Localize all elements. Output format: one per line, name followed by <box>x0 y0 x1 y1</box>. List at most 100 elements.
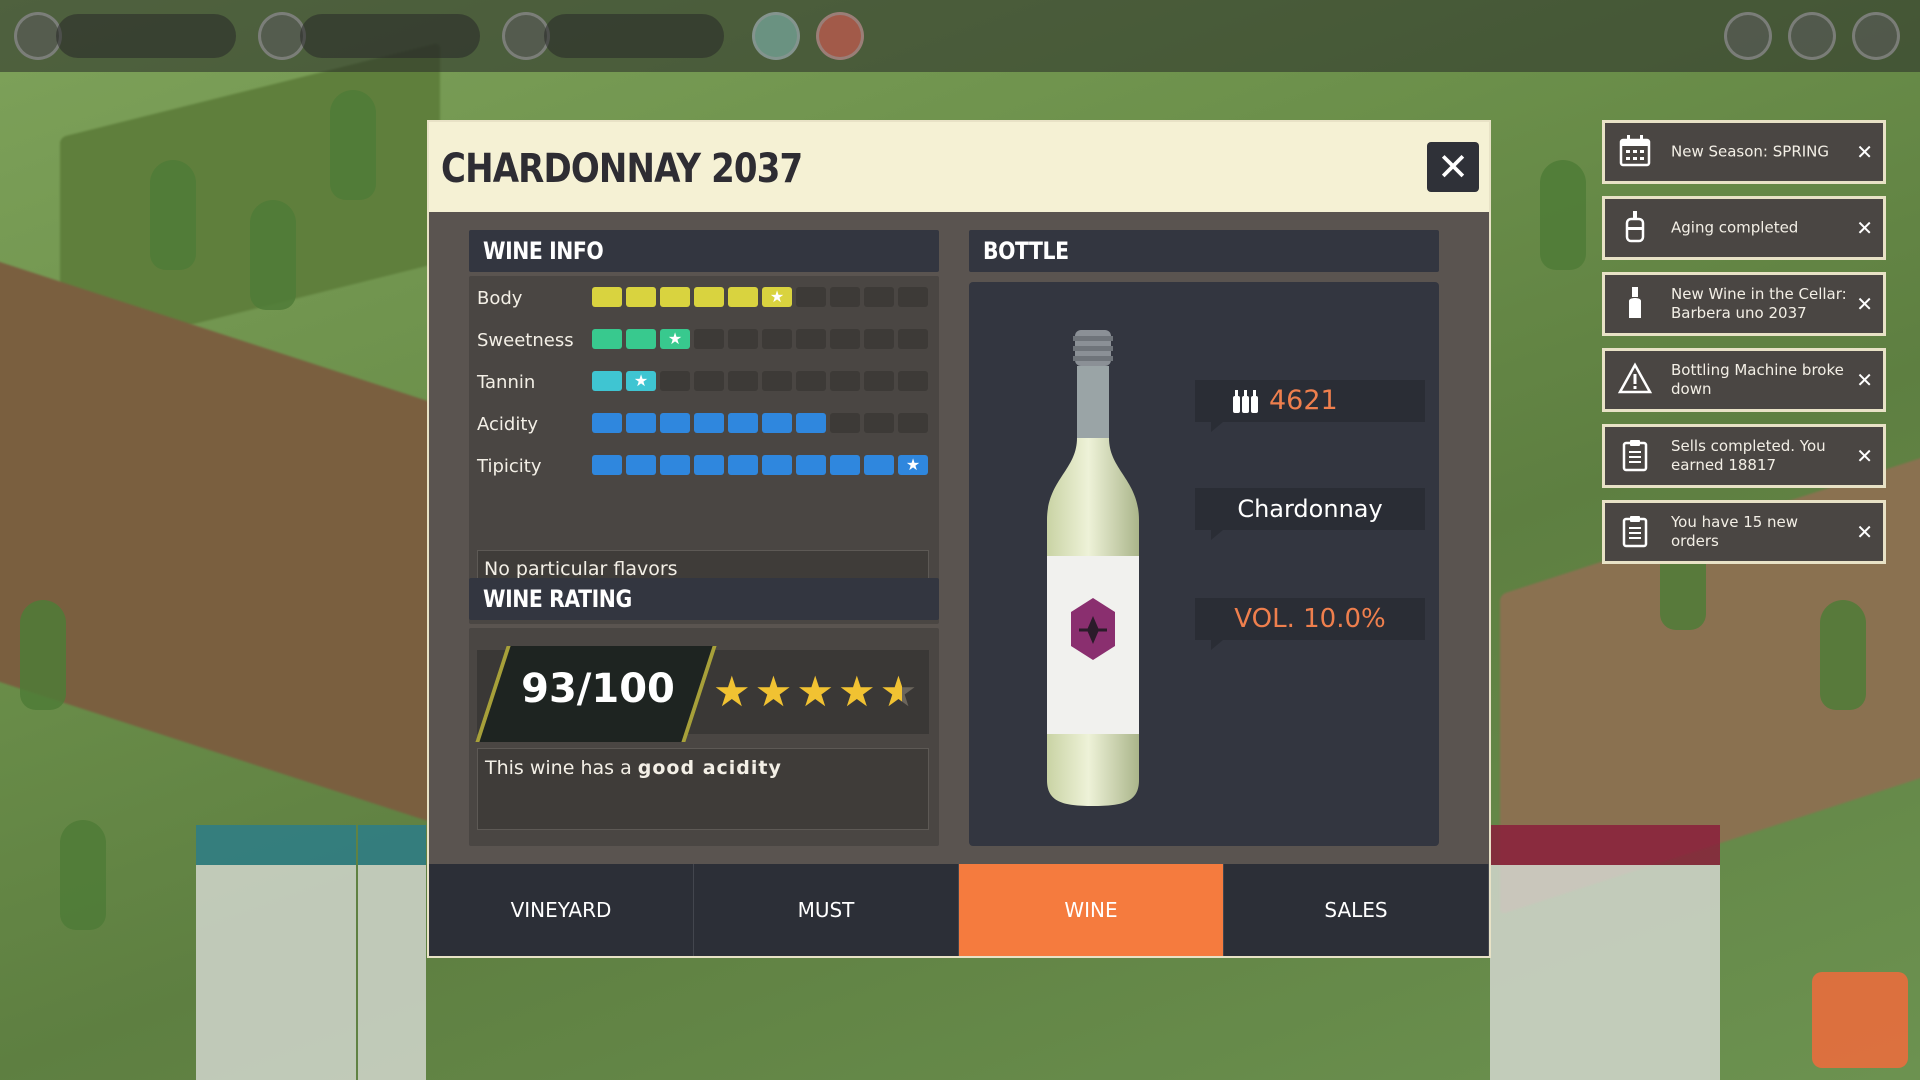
tab-must[interactable]: MUST <box>694 864 959 956</box>
star-icon: ★ <box>837 667 876 716</box>
bar-segment-filled <box>626 455 656 475</box>
attribute-bar: ★ <box>592 329 928 349</box>
attribute-row-sweetness: Sweetness ★ <box>477 326 929 356</box>
attribute-label: Sweetness <box>477 330 574 351</box>
notification-text: Bottling Machine broke down <box>1671 361 1844 398</box>
tree <box>1820 600 1866 710</box>
hud-level-icon <box>258 12 306 60</box>
bar-segment-empty <box>728 371 758 391</box>
rating-description-highlight: good acidity <box>637 757 782 779</box>
close-icon[interactable]: ✕ <box>1856 292 1873 316</box>
tab-sales[interactable]: SALES <box>1224 864 1489 956</box>
modal-tab-bar: VINEYARD MUST WINE SALES <box>429 864 1489 956</box>
notification-body: Sells completed. You earned 18817 ✕ <box>1605 427 1883 485</box>
bar-segment-filled <box>626 413 656 433</box>
bar-segment-filled <box>728 413 758 433</box>
bar-segment-empty <box>898 287 928 307</box>
wine-info-header-label: WINE INFO <box>483 237 604 265</box>
notification-item[interactable]: Bottling Machine broke down ✕ <box>1602 348 1886 412</box>
star-icon: ★ <box>796 667 834 716</box>
tree <box>150 160 196 270</box>
attribute-row-tipicity: Tipicity ★ <box>477 452 929 482</box>
bar-segment-filled <box>592 371 622 391</box>
bar-segment-filled <box>762 413 792 433</box>
bar-segment-empty <box>864 329 894 349</box>
bar-segment-filled <box>762 455 792 475</box>
notification-item[interactable]: New Wine in the Cellar: Barbera uno 2037… <box>1602 272 1886 336</box>
bar-segment-empty <box>796 371 826 391</box>
tab-vineyard[interactable]: VINEYARD <box>429 864 694 956</box>
notification-item[interactable]: Sells completed. You earned 18817 ✕ <box>1602 424 1886 488</box>
notification-body: Aging completed ✕ <box>1605 199 1883 257</box>
close-icon[interactable]: ✕ <box>1856 368 1873 392</box>
tree <box>250 200 296 310</box>
wine-rating-header-label: WINE RATING <box>483 585 632 613</box>
bar-segment-filled <box>694 287 724 307</box>
hud-season-pill <box>56 14 236 58</box>
rating-stars: ★ ★ ★ ★ ★ <box>713 668 917 716</box>
wine-bottle-icon <box>1617 285 1653 321</box>
star-icon: ★ <box>754 667 793 716</box>
bottle-quantity: 4621 <box>1269 385 1338 416</box>
bar-segment-empty <box>796 329 826 349</box>
bar-segment-filled <box>864 455 894 475</box>
bar-segment-filled <box>660 413 690 433</box>
notification-text: New Wine in the Cellar: Barbera uno 2037 <box>1671 285 1847 322</box>
wine-info-panel: Body ★ Sweetness ★ Tannin ★ Acidity Tipicity ★ N… <box>469 276 939 624</box>
notification-item[interactable]: Aging completed ✕ <box>1602 196 1886 260</box>
notification-text: Sells completed. You earned 18817 <box>1671 437 1826 474</box>
bar-segment-filled <box>660 287 690 307</box>
warning-icon <box>1617 361 1653 397</box>
modal-title: CHARDONNAY 2037 <box>441 146 803 192</box>
attribute-label: Tipicity <box>477 456 542 477</box>
hud-stats-icon <box>1788 12 1836 60</box>
star-icon: ★ <box>660 329 690 349</box>
hud-options-icon <box>1852 12 1900 60</box>
bottles-icon <box>1233 390 1258 413</box>
bar-segment-filled <box>796 413 826 433</box>
rating-box: 93/100 ★ ★ ★ ★ ★ <box>475 646 929 742</box>
bottle-volume: VOL. 10.0% <box>1195 598 1425 650</box>
task-card <box>1490 825 1720 1080</box>
notification-body: You have 15 new orders ✕ <box>1605 503 1883 561</box>
star-icon: ★ <box>626 371 656 391</box>
close-icon[interactable]: ✕ <box>1856 444 1873 468</box>
bottle-header-label: BOTTLE <box>983 237 1069 265</box>
bar-segment-empty <box>830 329 860 349</box>
tab-wine[interactable]: WINE <box>959 864 1224 956</box>
bottle-panel: 4621 Chardonnay VOL. 10.0% <box>969 282 1439 846</box>
notification-item[interactable]: You have 15 new orders ✕ <box>1602 500 1886 564</box>
notification-item[interactable]: New Season: SPRING ✕ <box>1602 120 1886 184</box>
hud-money-pill <box>544 14 724 58</box>
rating-description: This wine has a good acidity <box>477 748 929 830</box>
wine-info-header: WINE INFO <box>469 230 939 272</box>
bar-segment-empty <box>898 329 928 349</box>
close-button[interactable]: ✕ <box>1427 142 1479 192</box>
close-icon[interactable]: ✕ <box>1856 520 1873 544</box>
star-icon: ★ <box>762 287 792 307</box>
bar-segment-empty <box>830 413 860 433</box>
attribute-bar: ★ <box>592 455 928 475</box>
tree <box>60 820 106 930</box>
attribute-bar <box>592 413 928 433</box>
bar-segment-empty <box>830 287 860 307</box>
attribute-label: Body <box>477 288 523 309</box>
tree <box>1540 160 1586 270</box>
barrel-tap-icon <box>1617 209 1653 245</box>
notification-body: Bottling Machine broke down ✕ <box>1605 351 1883 409</box>
bar-segment-empty <box>898 371 928 391</box>
bar-segment-filled <box>694 413 724 433</box>
bar-segment-empty <box>728 329 758 349</box>
close-icon[interactable]: ✕ <box>1856 140 1873 164</box>
task-card <box>196 825 356 1080</box>
bottle-quantity-tag: 4621 <box>1195 380 1425 432</box>
bar-segment-filled <box>830 455 860 475</box>
hud-money-icon <box>502 12 550 60</box>
calendar-icon <box>1617 133 1653 169</box>
close-icon[interactable]: ✕ <box>1856 216 1873 240</box>
bar-segment-empty <box>796 287 826 307</box>
attribute-bar: ★ <box>592 287 928 307</box>
attribute-bar: ★ <box>592 371 928 391</box>
bar-segment-empty <box>864 287 894 307</box>
wine-detail-modal: CHARDONNAY 2037 ✕ WINE INFO Body ★ Sweetne… <box>427 120 1491 958</box>
